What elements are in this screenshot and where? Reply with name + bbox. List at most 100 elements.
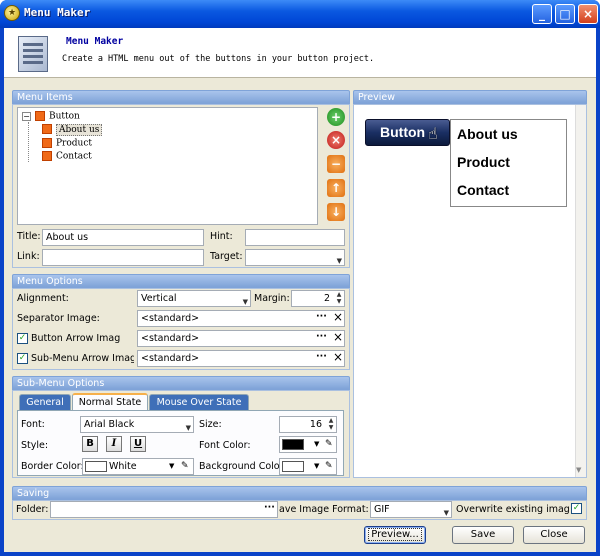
chevron-down-icon: ▼ xyxy=(314,462,320,470)
preview-header: Preview xyxy=(353,90,587,104)
separator-label: Separator Image: xyxy=(17,313,100,324)
scroll-down-icon[interactable]: ▼ xyxy=(576,466,581,474)
folder-icon xyxy=(35,111,45,121)
submenu-arrow-input[interactable]: <standard> xyxy=(137,350,345,367)
move-up-button[interactable]: ↑ xyxy=(327,179,345,197)
menu-tree[interactable]: − Button About us Product Contact xyxy=(17,107,318,225)
background-color-swatch xyxy=(282,461,304,472)
tree-line xyxy=(28,122,29,162)
tree-item-button[interactable]: − Button xyxy=(22,111,80,122)
link-label: Link: xyxy=(17,251,40,262)
window-title: Menu Maker xyxy=(24,6,91,19)
underline-button[interactable]: U xyxy=(130,436,146,452)
hint-label: Hint: xyxy=(210,231,233,242)
margin-spinner[interactable]: ▲ ▼ xyxy=(334,291,344,306)
browse-button[interactable]: ··· xyxy=(316,311,327,322)
target-select[interactable]: ▼ xyxy=(245,249,345,266)
minimize-button[interactable]: _ xyxy=(532,4,552,24)
preview-scrollbar[interactable] xyxy=(575,105,586,477)
separator-input[interactable]: <standard> xyxy=(137,310,345,327)
item-icon xyxy=(42,124,52,134)
tab-general[interactable]: General xyxy=(19,394,71,411)
button-arrow-checkbox[interactable]: ✓ xyxy=(17,333,28,344)
font-color-label: Font Color: xyxy=(199,440,251,451)
size-value: 16 xyxy=(309,419,322,430)
overwrite-checkbox[interactable]: ✓ xyxy=(571,503,582,514)
font-value: Arial Black xyxy=(84,419,135,430)
tree-item-about-us[interactable]: About us xyxy=(42,123,103,136)
alignment-select[interactable]: Vertical ▼ xyxy=(137,290,251,307)
folder-label: Folder: xyxy=(16,504,49,515)
separator-value: <standard> xyxy=(141,313,200,324)
save-button[interactable]: Save xyxy=(452,526,514,544)
tree-item-label: Button xyxy=(49,111,80,122)
preview-submenu-item[interactable]: Contact xyxy=(457,182,509,198)
delete-item-button[interactable]: × xyxy=(327,131,345,149)
format-label: ave Image Format: xyxy=(279,504,369,515)
background-color-picker[interactable]: ▼ ✎ xyxy=(279,458,337,475)
eyedropper-icon[interactable]: ✎ xyxy=(325,437,333,452)
tree-item-contact[interactable]: Contact xyxy=(42,151,92,162)
button-arrow-input[interactable]: <standard> xyxy=(137,330,345,347)
border-color-swatch xyxy=(85,461,107,472)
star-icon: ★ xyxy=(4,5,20,21)
remove-item-button[interactable]: − xyxy=(327,155,345,173)
margin-label: Margin: xyxy=(254,293,290,304)
style-label: Style: xyxy=(21,440,49,451)
item-icon xyxy=(42,151,52,161)
chevron-down-icon: ▼ xyxy=(336,257,342,265)
browse-button[interactable]: ··· xyxy=(316,351,327,362)
tree-item-label: Contact xyxy=(56,151,92,162)
background-color-label: Background Color xyxy=(199,461,279,472)
preview-dialog-button[interactable]: Preview... xyxy=(364,526,426,544)
menu-document-icon xyxy=(18,36,48,72)
bold-button[interactable]: B xyxy=(82,436,98,452)
tree-item-label: Product xyxy=(56,138,92,149)
add-item-button[interactable]: + xyxy=(327,108,345,126)
clear-button[interactable]: × xyxy=(333,331,343,343)
size-spinner[interactable]: ▲ ▼ xyxy=(326,417,336,432)
close-button[interactable]: Close xyxy=(523,526,585,544)
chevron-down-icon: ▼ xyxy=(314,440,320,448)
font-color-swatch xyxy=(282,439,304,450)
chevron-down-icon: ▼ xyxy=(185,424,191,432)
size-label: Size: xyxy=(199,419,222,430)
tab-mouse-over-state[interactable]: Mouse Over State xyxy=(149,394,249,411)
font-select[interactable]: Arial Black ▼ xyxy=(80,416,194,433)
eyedropper-icon[interactable]: ✎ xyxy=(181,459,189,474)
title-input[interactable]: About us xyxy=(42,229,204,246)
button-arrow-value: <standard> xyxy=(141,333,200,344)
font-color-picker[interactable]: ▼ ✎ xyxy=(279,436,337,453)
maximize-button[interactable]: □ xyxy=(555,4,575,24)
border-color-label: Border Color: xyxy=(21,461,84,472)
close-window-button[interactable]: × xyxy=(578,4,598,24)
folder-input[interactable] xyxy=(50,501,278,518)
header-subtitle: Create a HTML menu out of the buttons in… xyxy=(62,54,375,64)
submenu-arrow-checkbox[interactable]: ✓ xyxy=(17,353,28,364)
preview-submenu-item[interactable]: Product xyxy=(457,154,510,170)
browse-button[interactable]: ··· xyxy=(316,331,327,342)
menu-items-header: Menu Items xyxy=(12,90,350,104)
format-select[interactable]: GIF ▼ xyxy=(370,501,452,518)
link-input[interactable] xyxy=(42,249,204,266)
collapse-icon[interactable]: − xyxy=(22,111,31,121)
margin-value: 2 xyxy=(323,293,330,304)
item-icon xyxy=(42,138,52,148)
clear-button[interactable]: × xyxy=(333,351,343,363)
submenu-options-header: Sub-Menu Options xyxy=(12,376,350,390)
preview-submenu-item[interactable]: About us xyxy=(457,126,518,142)
preview-button-label: Preview... xyxy=(368,528,422,541)
border-color-picker[interactable]: White ▼ ✎ xyxy=(82,458,194,475)
saving-header: Saving xyxy=(12,486,587,500)
eyedropper-icon[interactable]: ✎ xyxy=(325,459,333,474)
browse-folder-button[interactable]: ··· xyxy=(264,502,275,513)
tree-item-label: About us xyxy=(56,123,103,136)
alignment-label: Alignment: xyxy=(17,293,69,304)
tab-normal-state[interactable]: Normal State xyxy=(72,393,148,411)
move-down-button[interactable]: ↓ xyxy=(327,203,345,221)
tree-item-product[interactable]: Product xyxy=(42,138,92,149)
hint-input[interactable] xyxy=(245,229,345,246)
italic-button[interactable]: I xyxy=(106,436,122,452)
clear-button[interactable]: × xyxy=(333,311,343,323)
alignment-value: Vertical xyxy=(141,293,177,304)
